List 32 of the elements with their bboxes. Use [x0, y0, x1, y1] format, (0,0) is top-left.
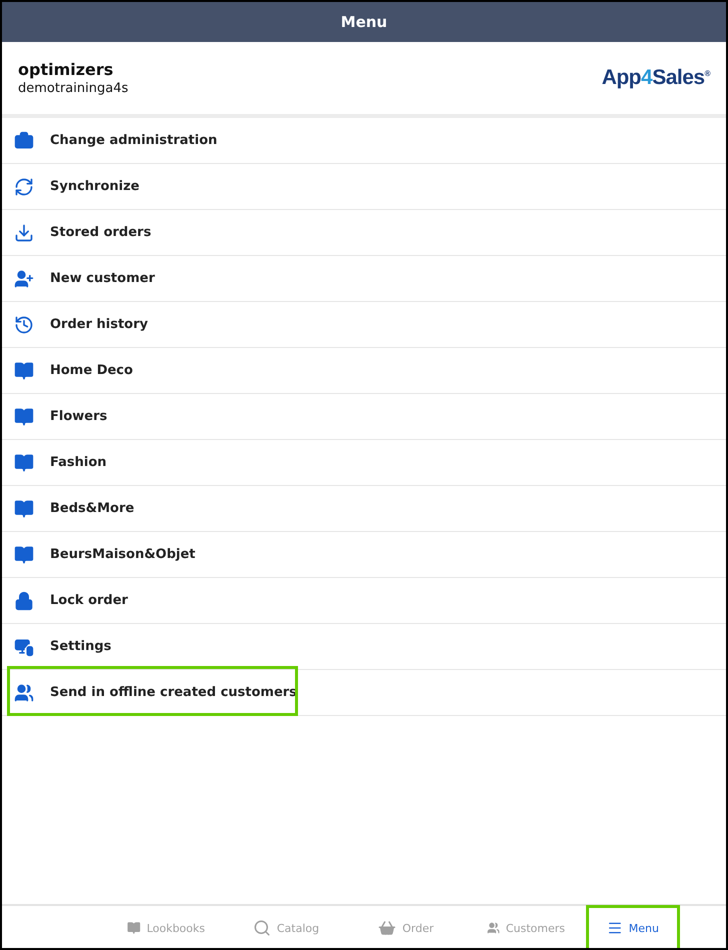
sync-icon [14, 176, 34, 196]
menu-item[interactable]: Lock order [2, 578, 726, 624]
book-icon [14, 498, 34, 518]
users-icon [14, 682, 34, 702]
book-icon [14, 406, 34, 426]
book-icon [14, 544, 34, 564]
screen-title: Menu [340, 13, 388, 31]
menu-item[interactable]: BeursMaison&Objet [2, 532, 726, 578]
brand-logo: App4Sales$^{®}$ [602, 66, 710, 90]
download-icon [14, 222, 34, 242]
menu-item[interactable]: Home Deco [2, 348, 726, 394]
menu-item[interactable]: Fashion [2, 440, 726, 486]
briefcase-icon [14, 130, 34, 150]
menu-item[interactable]: Change administration [2, 118, 726, 164]
account-user: demotraininga4s [18, 81, 128, 96]
search-icon [252, 919, 271, 937]
menu-item[interactable]: Beds&More [2, 486, 726, 532]
menu-item[interactable]: Flowers [2, 394, 726, 440]
basket-icon [378, 919, 396, 937]
add-user-icon [14, 268, 34, 288]
account-name: optimizers [18, 60, 114, 79]
book-icon [14, 452, 34, 472]
menu-item[interactable]: Stored orders [2, 210, 726, 256]
menu-item[interactable]: Send in offline created customers [2, 670, 726, 716]
tab-button[interactable]: Menu [586, 905, 680, 948]
menu-item[interactable]: Synchronize [2, 164, 726, 210]
menu-item[interactable]: New customer [2, 256, 726, 302]
menu-item[interactable]: Settings [2, 624, 726, 670]
history-icon [14, 314, 34, 334]
menu-item[interactable]: Order history [2, 302, 726, 348]
book-icon [14, 360, 34, 380]
lock-icon [14, 590, 34, 610]
